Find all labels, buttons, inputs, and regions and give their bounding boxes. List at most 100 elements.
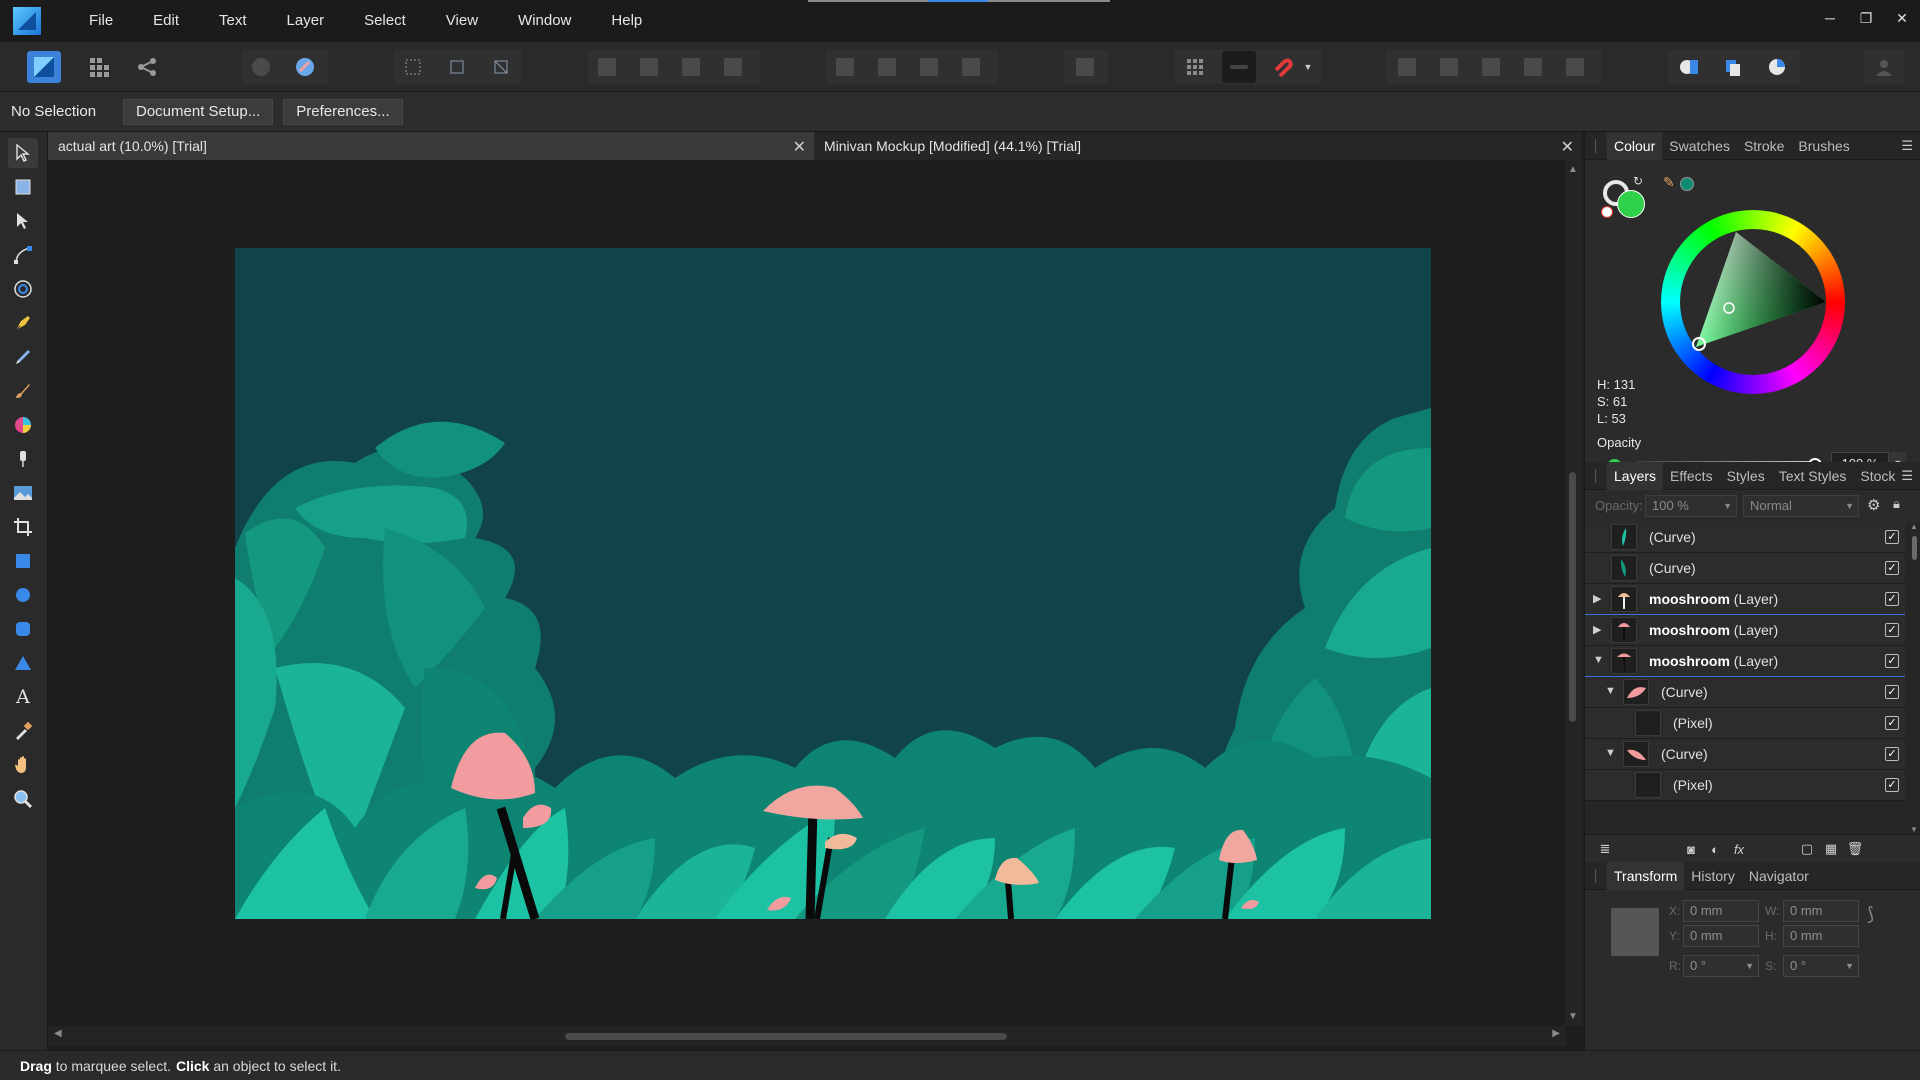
add-layer-icon[interactable]: ▢ (1799, 841, 1815, 857)
artistic-text-tool-icon[interactable]: A (8, 682, 38, 712)
tab-layers[interactable]: Layers (1607, 461, 1664, 490)
tab-stroke[interactable]: Stroke (1737, 138, 1791, 154)
pencil-tool-icon[interactable] (8, 342, 38, 372)
move-to-front-icon[interactable] (716, 51, 750, 83)
force-pixel-alignment-icon[interactable] (1222, 51, 1256, 83)
menu-layer[interactable]: Layer (267, 0, 345, 42)
blend-mode-select[interactable]: Normal ▼ (1743, 495, 1859, 517)
rotate-box-icon[interactable] (484, 51, 518, 83)
scroll-down-arrow-icon[interactable]: ▼ (1910, 825, 1918, 834)
colour-triangle[interactable] (1661, 210, 1845, 394)
vertical-scrollbar[interactable]: ▲ ▼ (1565, 160, 1583, 1026)
menu-select[interactable]: Select (344, 0, 426, 42)
layer-opacity-field[interactable]: 100 % ▼ (1645, 495, 1737, 517)
account-icon[interactable] (1867, 51, 1901, 83)
layer-visibility-checkbox[interactable]: ✓ (1885, 623, 1899, 637)
menu-help[interactable]: Help (591, 0, 662, 42)
horizontal-scrollbar[interactable]: ◀ ▶ (48, 1026, 1566, 1046)
menu-window[interactable]: Window (498, 0, 591, 42)
rotate-right-icon[interactable] (954, 51, 988, 83)
insert-top-icon[interactable] (1760, 51, 1794, 83)
layer-row[interactable]: (Curve) ✓ (1585, 522, 1905, 553)
rotate-left-icon[interactable] (912, 51, 946, 83)
gear-icon[interactable]: ⚙ (1867, 496, 1880, 514)
artboard[interactable] (235, 248, 1431, 919)
close-window-button[interactable]: ✕ (1884, 0, 1920, 36)
layer-visibility-checkbox[interactable]: ✓ (1885, 778, 1899, 792)
insert-inside-icon[interactable] (1672, 51, 1706, 83)
rotation-field[interactable]: 0 ° ▼ (1683, 955, 1759, 977)
delete-layer-icon[interactable]: 🗑︎ (1847, 841, 1864, 857)
layer-row[interactable]: ▶ mooshroom (Layer) ✓ (1585, 615, 1905, 646)
fill-tool-icon[interactable] (8, 410, 38, 440)
tab-history[interactable]: History (1684, 868, 1742, 884)
move-forward-icon[interactable] (674, 51, 708, 83)
tab-brushes[interactable]: Brushes (1791, 138, 1856, 154)
fx-icon[interactable]: fx (1731, 841, 1747, 857)
triangle-tool-icon[interactable] (8, 648, 38, 678)
minimize-button[interactable]: ─ (1812, 0, 1848, 36)
collapse-arrow-icon[interactable]: ▼ (1605, 747, 1616, 759)
transparency-tool-icon[interactable] (8, 444, 38, 474)
transform-origin-icon[interactable] (440, 51, 474, 83)
zoom-tool-icon[interactable] (8, 784, 38, 814)
tab-effects[interactable]: Effects (1663, 468, 1720, 484)
export-persona-icon[interactable] (130, 51, 164, 83)
place-image-tool-icon[interactable] (8, 478, 38, 508)
tab-swatches[interactable]: Swatches (1662, 138, 1737, 154)
tab-navigator[interactable]: Navigator (1742, 868, 1816, 884)
artboard-tool-icon[interactable] (8, 172, 38, 202)
layer-visibility-checkbox[interactable]: ✓ (1885, 561, 1899, 575)
anchor-point-selector[interactable] (1611, 908, 1659, 956)
close-tab-icon[interactable]: ✕ (793, 137, 806, 157)
corner-tool-icon[interactable] (8, 274, 38, 304)
vertical-scroll-thumb[interactable] (1569, 472, 1576, 722)
ellipse-tool-icon[interactable] (8, 580, 38, 610)
layer-row[interactable]: (Pixel) ✓ (1585, 770, 1905, 801)
document-tab-actual-art[interactable]: actual art (10.0%) [Trial] ✕ (48, 132, 814, 160)
shear-field[interactable]: 0 ° ▼ (1783, 955, 1859, 977)
layer-row[interactable]: ▼ (Curve) ✓ (1585, 739, 1905, 770)
grid-icon[interactable] (1178, 51, 1212, 83)
document-setup-button[interactable]: Document Setup... (123, 98, 274, 125)
panel-menu-icon[interactable]: ☰ (1901, 468, 1913, 484)
link-aspect-icon[interactable]: ⟆ (1867, 904, 1874, 925)
crop-tool-icon[interactable] (8, 512, 38, 542)
align-icon[interactable] (1068, 51, 1102, 83)
fill-stroke-swatch[interactable]: ↻ (1601, 174, 1649, 220)
layer-visibility-checkbox[interactable]: ✓ (1885, 685, 1899, 699)
menu-text[interactable]: Text (199, 0, 267, 42)
swap-colors-icon[interactable]: ↻ (1633, 174, 1643, 188)
x-field[interactable]: 0 mm (1683, 900, 1759, 922)
layer-visibility-checkbox[interactable]: ✓ (1885, 592, 1899, 606)
view-hand-tool-icon[interactable] (8, 750, 38, 780)
point-transform-tool-icon[interactable] (8, 240, 38, 270)
document-tab-minivan-mockup[interactable]: Minivan Mockup [Modified] (44.1%) [Trial… (814, 132, 1582, 160)
horizontal-scroll-thumb[interactable] (565, 1033, 1007, 1040)
layer-visibility-checkbox[interactable]: ✓ (1885, 747, 1899, 761)
layer-visibility-checkbox[interactable]: ✓ (1885, 716, 1899, 730)
vector-brush-tool-icon[interactable] (8, 376, 38, 406)
flip-horizontal-icon[interactable] (828, 51, 862, 83)
restore-button[interactable]: ❐ (1848, 0, 1884, 36)
layer-row[interactable]: (Pixel) ✓ (1585, 708, 1905, 739)
panel-menu-icon[interactable]: ☰ (1901, 138, 1913, 154)
collapse-arrow-icon[interactable]: ▼ (1605, 685, 1616, 697)
scroll-up-arrow-icon[interactable]: ▲ (1910, 522, 1918, 531)
divide-boolean-icon[interactable] (1558, 51, 1592, 83)
snapping-manager-icon[interactable] (244, 51, 278, 83)
lock-icon[interactable]: 🔒︎ (1893, 496, 1900, 512)
scroll-down-arrow-icon[interactable]: ▼ (1568, 1011, 1578, 1022)
snapping-dropdown-icon[interactable]: ▼ (1300, 51, 1316, 83)
panel-grip[interactable] (1595, 868, 1599, 883)
menu-view[interactable]: View (426, 0, 498, 42)
designer-persona-icon[interactable] (27, 51, 61, 83)
collapse-arrow-icon[interactable]: ▼ (1593, 654, 1604, 666)
node-tool-icon[interactable] (8, 206, 38, 236)
tab-stock[interactable]: Stock (1853, 468, 1902, 484)
assistant-icon[interactable] (288, 51, 322, 83)
add-boolean-icon[interactable] (1390, 51, 1424, 83)
preferences-button[interactable]: Preferences... (283, 98, 403, 125)
y-field[interactable]: 0 mm (1683, 925, 1759, 947)
layers-scroll-thumb[interactable] (1912, 536, 1917, 560)
